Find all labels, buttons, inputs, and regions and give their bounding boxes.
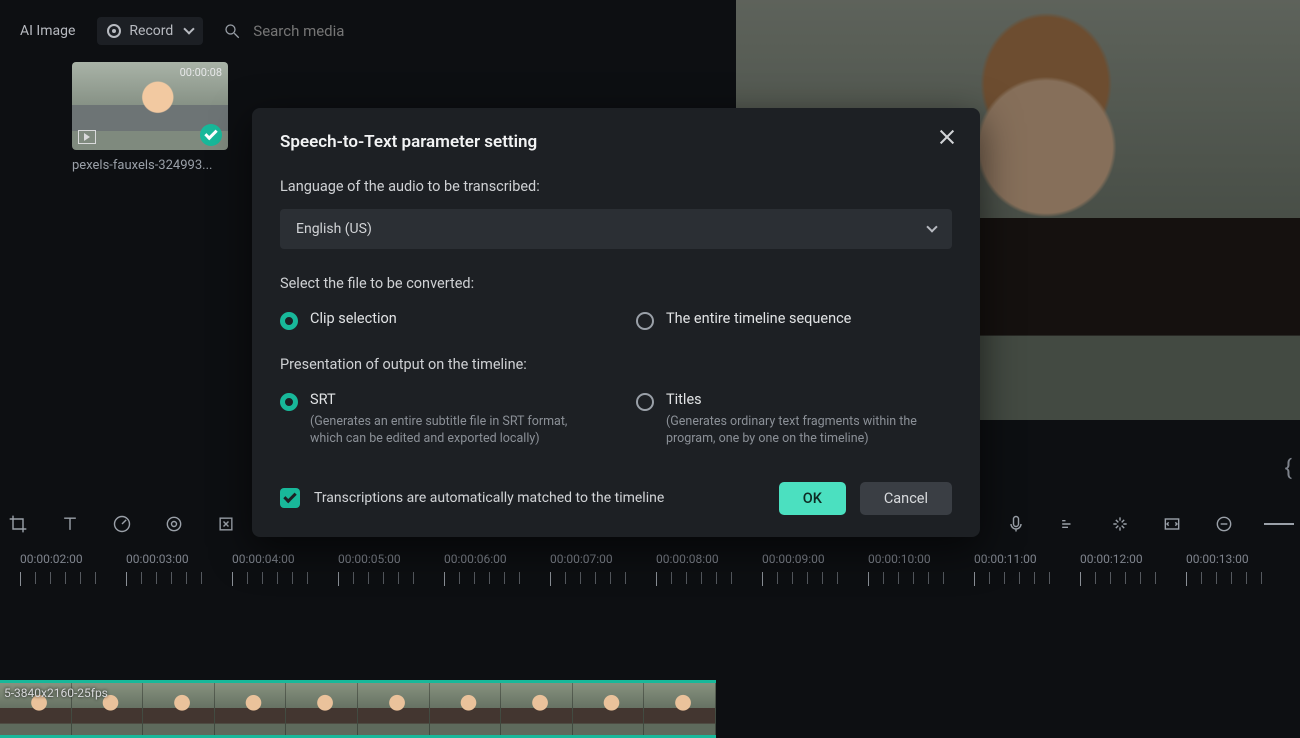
crop-icon[interactable]: [6, 512, 30, 536]
ruler-timestamp: 00:00:03:00: [126, 552, 189, 566]
brace-icon: {: [1285, 456, 1292, 481]
language-value: English (US): [296, 221, 372, 237]
ok-button[interactable]: OK: [779, 482, 846, 515]
auto-match-checkbox[interactable]: [280, 488, 300, 508]
record-label: Record: [129, 23, 173, 39]
file-select-label: Select the file to be converted:: [280, 275, 952, 292]
radio-titles[interactable]: Titles (Generates ordinary text fragment…: [636, 391, 952, 448]
search-icon: [221, 20, 243, 42]
timeline-ruler[interactable]: 00:00:02:00 00:00:03:00 00:00:04:00 00:00:0…: [0, 552, 1300, 596]
record-dropdown[interactable]: Record: [97, 17, 203, 45]
auto-match-label: Transcriptions are automatically matched…: [314, 490, 664, 506]
ruler-timestamp: 00:00:11:00: [974, 552, 1037, 566]
ruler-timestamp: 00:00:02:00: [20, 552, 83, 566]
radio-srt[interactable]: SRT (Generates an entire subtitle file i…: [280, 391, 596, 448]
dialog-title: Speech-to-Text parameter setting: [280, 132, 952, 152]
cancel-button[interactable]: Cancel: [860, 482, 952, 515]
radio-icon: [280, 312, 298, 330]
clip-spec-label: 5-3840x2160-25fps: [4, 686, 108, 700]
render-icon[interactable]: [1108, 512, 1132, 536]
ruler-timestamp: 00:00:10:00: [868, 552, 931, 566]
speed-icon[interactable]: [110, 512, 134, 536]
ruler-timestamp: 00:00:06:00: [444, 552, 507, 566]
color-icon[interactable]: [162, 512, 186, 536]
thumb-filename: pexels-fauxels-324993...: [72, 158, 228, 173]
radio-clip-selection[interactable]: Clip selection: [280, 310, 596, 330]
fit-icon[interactable]: [1160, 512, 1184, 536]
radio-icon: [280, 393, 298, 411]
speech-to-text-dialog: Speech-to-Text parameter setting Languag…: [252, 108, 980, 537]
record-icon: [107, 24, 121, 38]
zoom-slider[interactable]: [1264, 523, 1294, 525]
thumb-timecode: 00:00:08: [180, 66, 222, 79]
ai-image-button[interactable]: AI Image: [8, 15, 87, 47]
language-select[interactable]: English (US): [280, 209, 952, 249]
chevron-down-icon: [926, 221, 937, 232]
audio-icon[interactable]: [1056, 512, 1080, 536]
ruler-timestamp: 00:00:08:00: [656, 552, 719, 566]
radio-icon: [636, 312, 654, 330]
chevron-down-icon: [184, 23, 195, 34]
output-label: Presentation of output on the timeline:: [280, 356, 952, 373]
language-label: Language of the audio to be transcribed:: [280, 178, 952, 195]
ruler-timestamp: 00:00:13:00: [1186, 552, 1249, 566]
radio-icon: [636, 393, 654, 411]
mic-icon[interactable]: [1004, 512, 1028, 536]
ruler-timestamp: 00:00:05:00: [338, 552, 401, 566]
close-icon[interactable]: [936, 126, 958, 148]
text-icon[interactable]: [58, 512, 82, 536]
radio-entire-timeline[interactable]: The entire timeline sequence: [636, 310, 952, 330]
zoom-out-icon[interactable]: [1212, 512, 1236, 536]
play-icon: [78, 130, 96, 144]
effects-icon[interactable]: [214, 512, 238, 536]
media-clip-thumb[interactable]: 00:00:08 pexels-fauxels-324993...: [72, 62, 228, 173]
ruler-timestamp: 00:00:12:00: [1080, 552, 1143, 566]
ruler-timestamp: 00:00:04:00: [232, 552, 295, 566]
check-badge-icon: [200, 124, 222, 146]
ruler-timestamp: 00:00:07:00: [550, 552, 613, 566]
thumb-image: 00:00:08: [72, 62, 228, 150]
ruler-timestamp: 00:00:09:00: [762, 552, 825, 566]
